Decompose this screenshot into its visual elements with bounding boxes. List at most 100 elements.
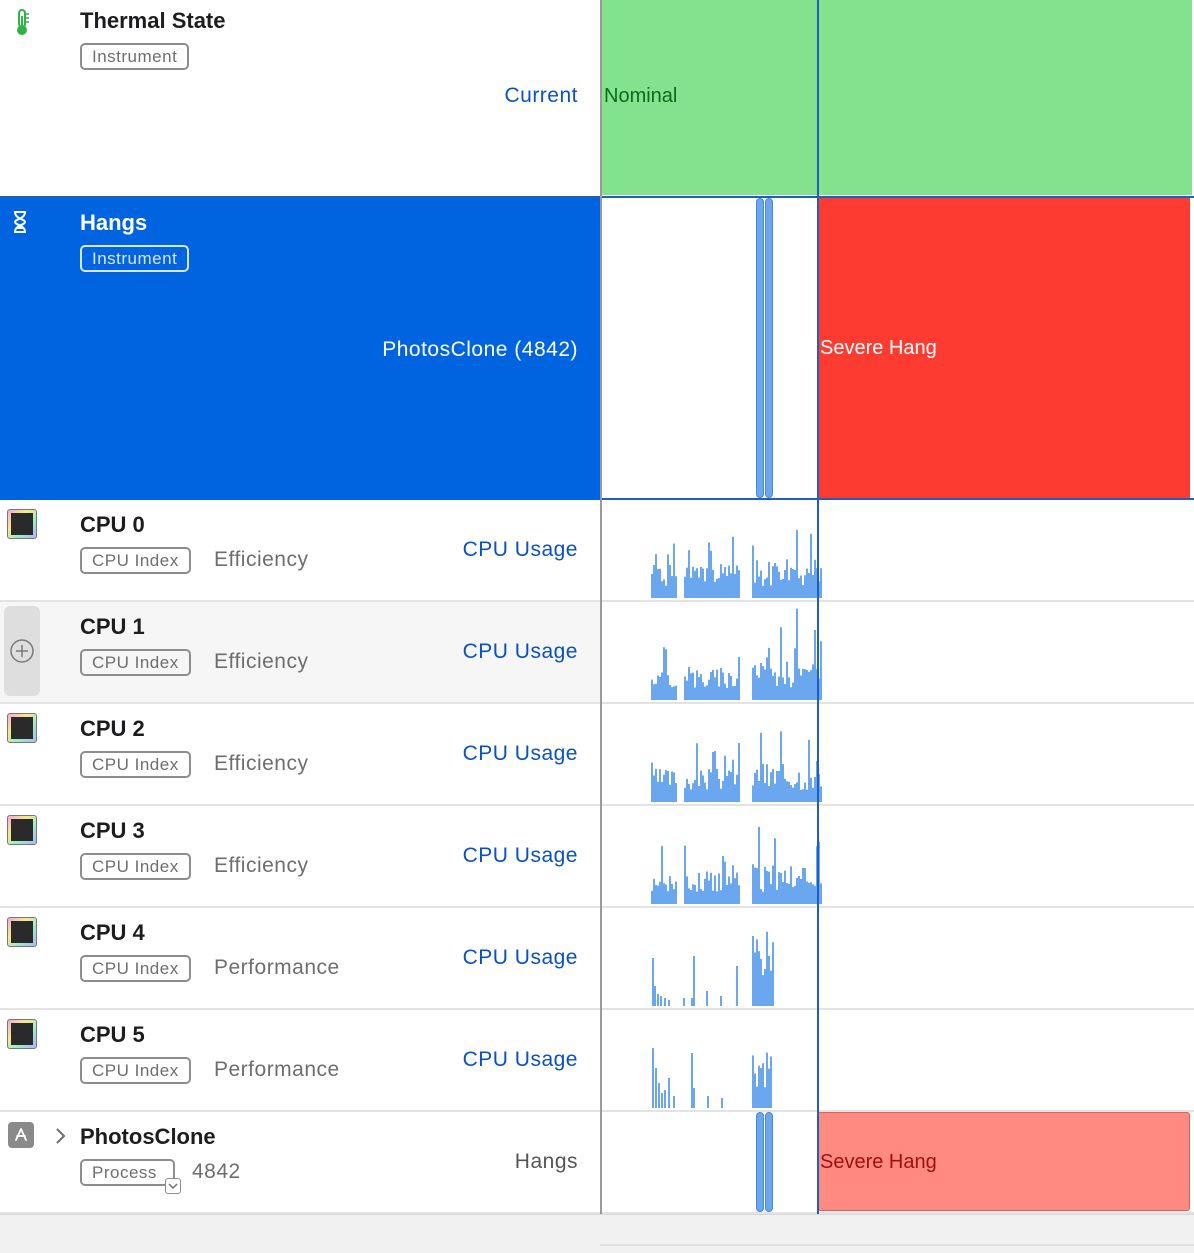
cpu-usage-graph[interactable] <box>601 602 1194 702</box>
cpu-track[interactable]: CPU 4 CPU Index Performance CPU Usage <box>0 908 1194 1010</box>
graph-label[interactable]: CPU Usage <box>463 1048 578 1072</box>
hangs-track[interactable]: Hangs Instrument PhotosClone (4842) Seve… <box>0 196 1194 500</box>
cpu-usage-graph[interactable] <box>601 806 1194 906</box>
expand-disclosure-button[interactable] <box>50 1124 70 1148</box>
graph-label[interactable]: CPU Usage <box>463 946 578 970</box>
usage-bar <box>651 679 653 700</box>
track-header[interactable]: CPU 2 CPU Index Efficiency CPU Usage <box>0 704 600 804</box>
usage-bar <box>657 675 659 700</box>
usage-bar <box>760 732 762 802</box>
cpu-track[interactable]: CPU 0 CPU Index Efficiency CPU Usage <box>0 500 1194 602</box>
hang-marker[interactable] <box>765 198 773 498</box>
usage-bar <box>806 881 808 904</box>
usage-bar <box>806 669 808 700</box>
usage-bar <box>702 568 704 598</box>
thermal-state-track[interactable]: Thermal State Instrument Current Nominal <box>0 0 1194 198</box>
severe-hang-region[interactable]: Severe Hang <box>817 198 1190 498</box>
usage-bar <box>671 687 673 700</box>
track-divider[interactable] <box>600 0 602 1214</box>
cpu-chip-icon <box>6 814 38 846</box>
usage-bar <box>722 672 724 700</box>
cpu-usage-graph[interactable] <box>601 500 1194 600</box>
usage-bar <box>734 573 736 598</box>
track-header[interactable]: Hangs Instrument PhotosClone (4842) <box>0 196 600 500</box>
usage-bar <box>657 885 659 904</box>
usage-bar <box>655 683 657 700</box>
thermal-state-region[interactable]: Nominal <box>601 0 1192 195</box>
chevron-down-icon[interactable] <box>165 1178 181 1194</box>
cpu-usage-graph[interactable] <box>601 908 1194 1008</box>
track-header[interactable]: Thermal State Instrument Current <box>0 0 600 196</box>
track-header[interactable]: CPU 0 CPU Index Efficiency CPU Usage <box>0 500 600 600</box>
usage-bar <box>663 883 665 904</box>
graph-label[interactable]: CPU Usage <box>463 640 578 664</box>
severe-hang-region[interactable]: Severe Hang <box>817 1112 1190 1211</box>
usage-bar <box>776 770 778 802</box>
timeline-scroll-track[interactable] <box>600 1244 1194 1246</box>
graph-label[interactable]: CPU Usage <box>463 742 578 766</box>
cpu-track[interactable]: CPU 3 CPU Index Efficiency CPU Usage <box>0 806 1194 908</box>
usage-bar <box>778 571 780 598</box>
usage-bar <box>758 780 760 802</box>
process-pid: 4842 <box>192 1160 241 1183</box>
hang-marker[interactable] <box>756 1112 764 1212</box>
usage-bar <box>724 683 726 700</box>
track-title: CPU 3 <box>80 818 145 843</box>
usage-bar <box>736 565 738 598</box>
track-header[interactable]: CPU 4 CPU Index Performance CPU Usage <box>0 908 600 1008</box>
usage-bar <box>665 770 667 802</box>
usage-bar <box>684 845 686 904</box>
usage-bar <box>673 889 675 904</box>
add-track-button[interactable] <box>4 606 40 696</box>
graph-label[interactable]: CPU Usage <box>463 538 578 562</box>
usage-bar <box>684 787 686 802</box>
graph-label[interactable]: CPU Usage <box>463 844 578 868</box>
usage-bar <box>768 786 770 802</box>
cpu-track[interactable]: CPU 1 CPU Index Efficiency CPU Usage <box>0 602 1194 704</box>
usage-bar <box>764 669 766 700</box>
usage-bar <box>730 883 732 904</box>
usage-bar <box>661 782 663 802</box>
usage-bar <box>760 570 762 598</box>
process-track[interactable]: PhotosClone Process 4842 Hangs Severe Ha… <box>0 1112 1194 1214</box>
usage-bar <box>736 678 738 700</box>
usage-bar <box>814 885 816 904</box>
thermal-graph[interactable]: Nominal <box>601 0 1194 196</box>
process-hangs-graph[interactable]: Severe Hang <box>601 1112 1194 1212</box>
hang-marker[interactable] <box>756 198 764 498</box>
usage-bar <box>800 878 802 904</box>
usage-bar <box>756 939 758 1006</box>
usage-bar <box>652 1048 654 1108</box>
usage-bar <box>764 969 766 1006</box>
track-header[interactable]: CPU 1 CPU Index Efficiency CPU Usage <box>0 602 600 702</box>
usage-bar <box>786 781 788 802</box>
usage-bar <box>762 891 764 904</box>
inspection-cursor[interactable] <box>817 0 819 1214</box>
hangs-graph[interactable]: Severe Hang <box>601 196 1194 500</box>
usage-bar <box>688 783 690 802</box>
usage-bar <box>738 742 740 802</box>
graph-label[interactable]: Hangs <box>515 1150 578 1174</box>
cpu-track[interactable]: CPU 5 CPU Index Performance CPU Usage <box>0 1010 1194 1112</box>
track-header[interactable]: CPU 5 CPU Index Performance CPU Usage <box>0 1010 600 1110</box>
usage-bar <box>764 579 766 598</box>
usage-bar <box>812 787 814 802</box>
graph-label[interactable]: PhotosClone (4842) <box>382 338 578 362</box>
usage-bar <box>667 891 669 904</box>
severe-hang-label: Severe Hang <box>820 1151 937 1173</box>
usage-bar <box>782 677 784 700</box>
graph-label[interactable]: Current <box>504 84 578 108</box>
hang-marker[interactable] <box>765 1112 773 1212</box>
cpu-usage-graph[interactable] <box>601 704 1194 804</box>
usage-bar <box>796 608 798 700</box>
track-header[interactable]: PhotosClone Process 4842 Hangs <box>0 1112 600 1212</box>
cpu-track[interactable]: CPU 2 CPU Index Efficiency CPU Usage <box>0 704 1194 806</box>
cpu-usage-graph[interactable] <box>601 1010 1194 1110</box>
usage-bar <box>716 669 718 700</box>
usage-bar <box>802 585 804 598</box>
usage-bar <box>655 768 657 802</box>
process-badge[interactable]: Process <box>80 1159 175 1186</box>
cpu-usage-sparkline <box>651 826 822 904</box>
track-header[interactable]: CPU 3 CPU Index Efficiency CPU Usage <box>0 806 600 906</box>
usage-bar <box>688 550 690 598</box>
